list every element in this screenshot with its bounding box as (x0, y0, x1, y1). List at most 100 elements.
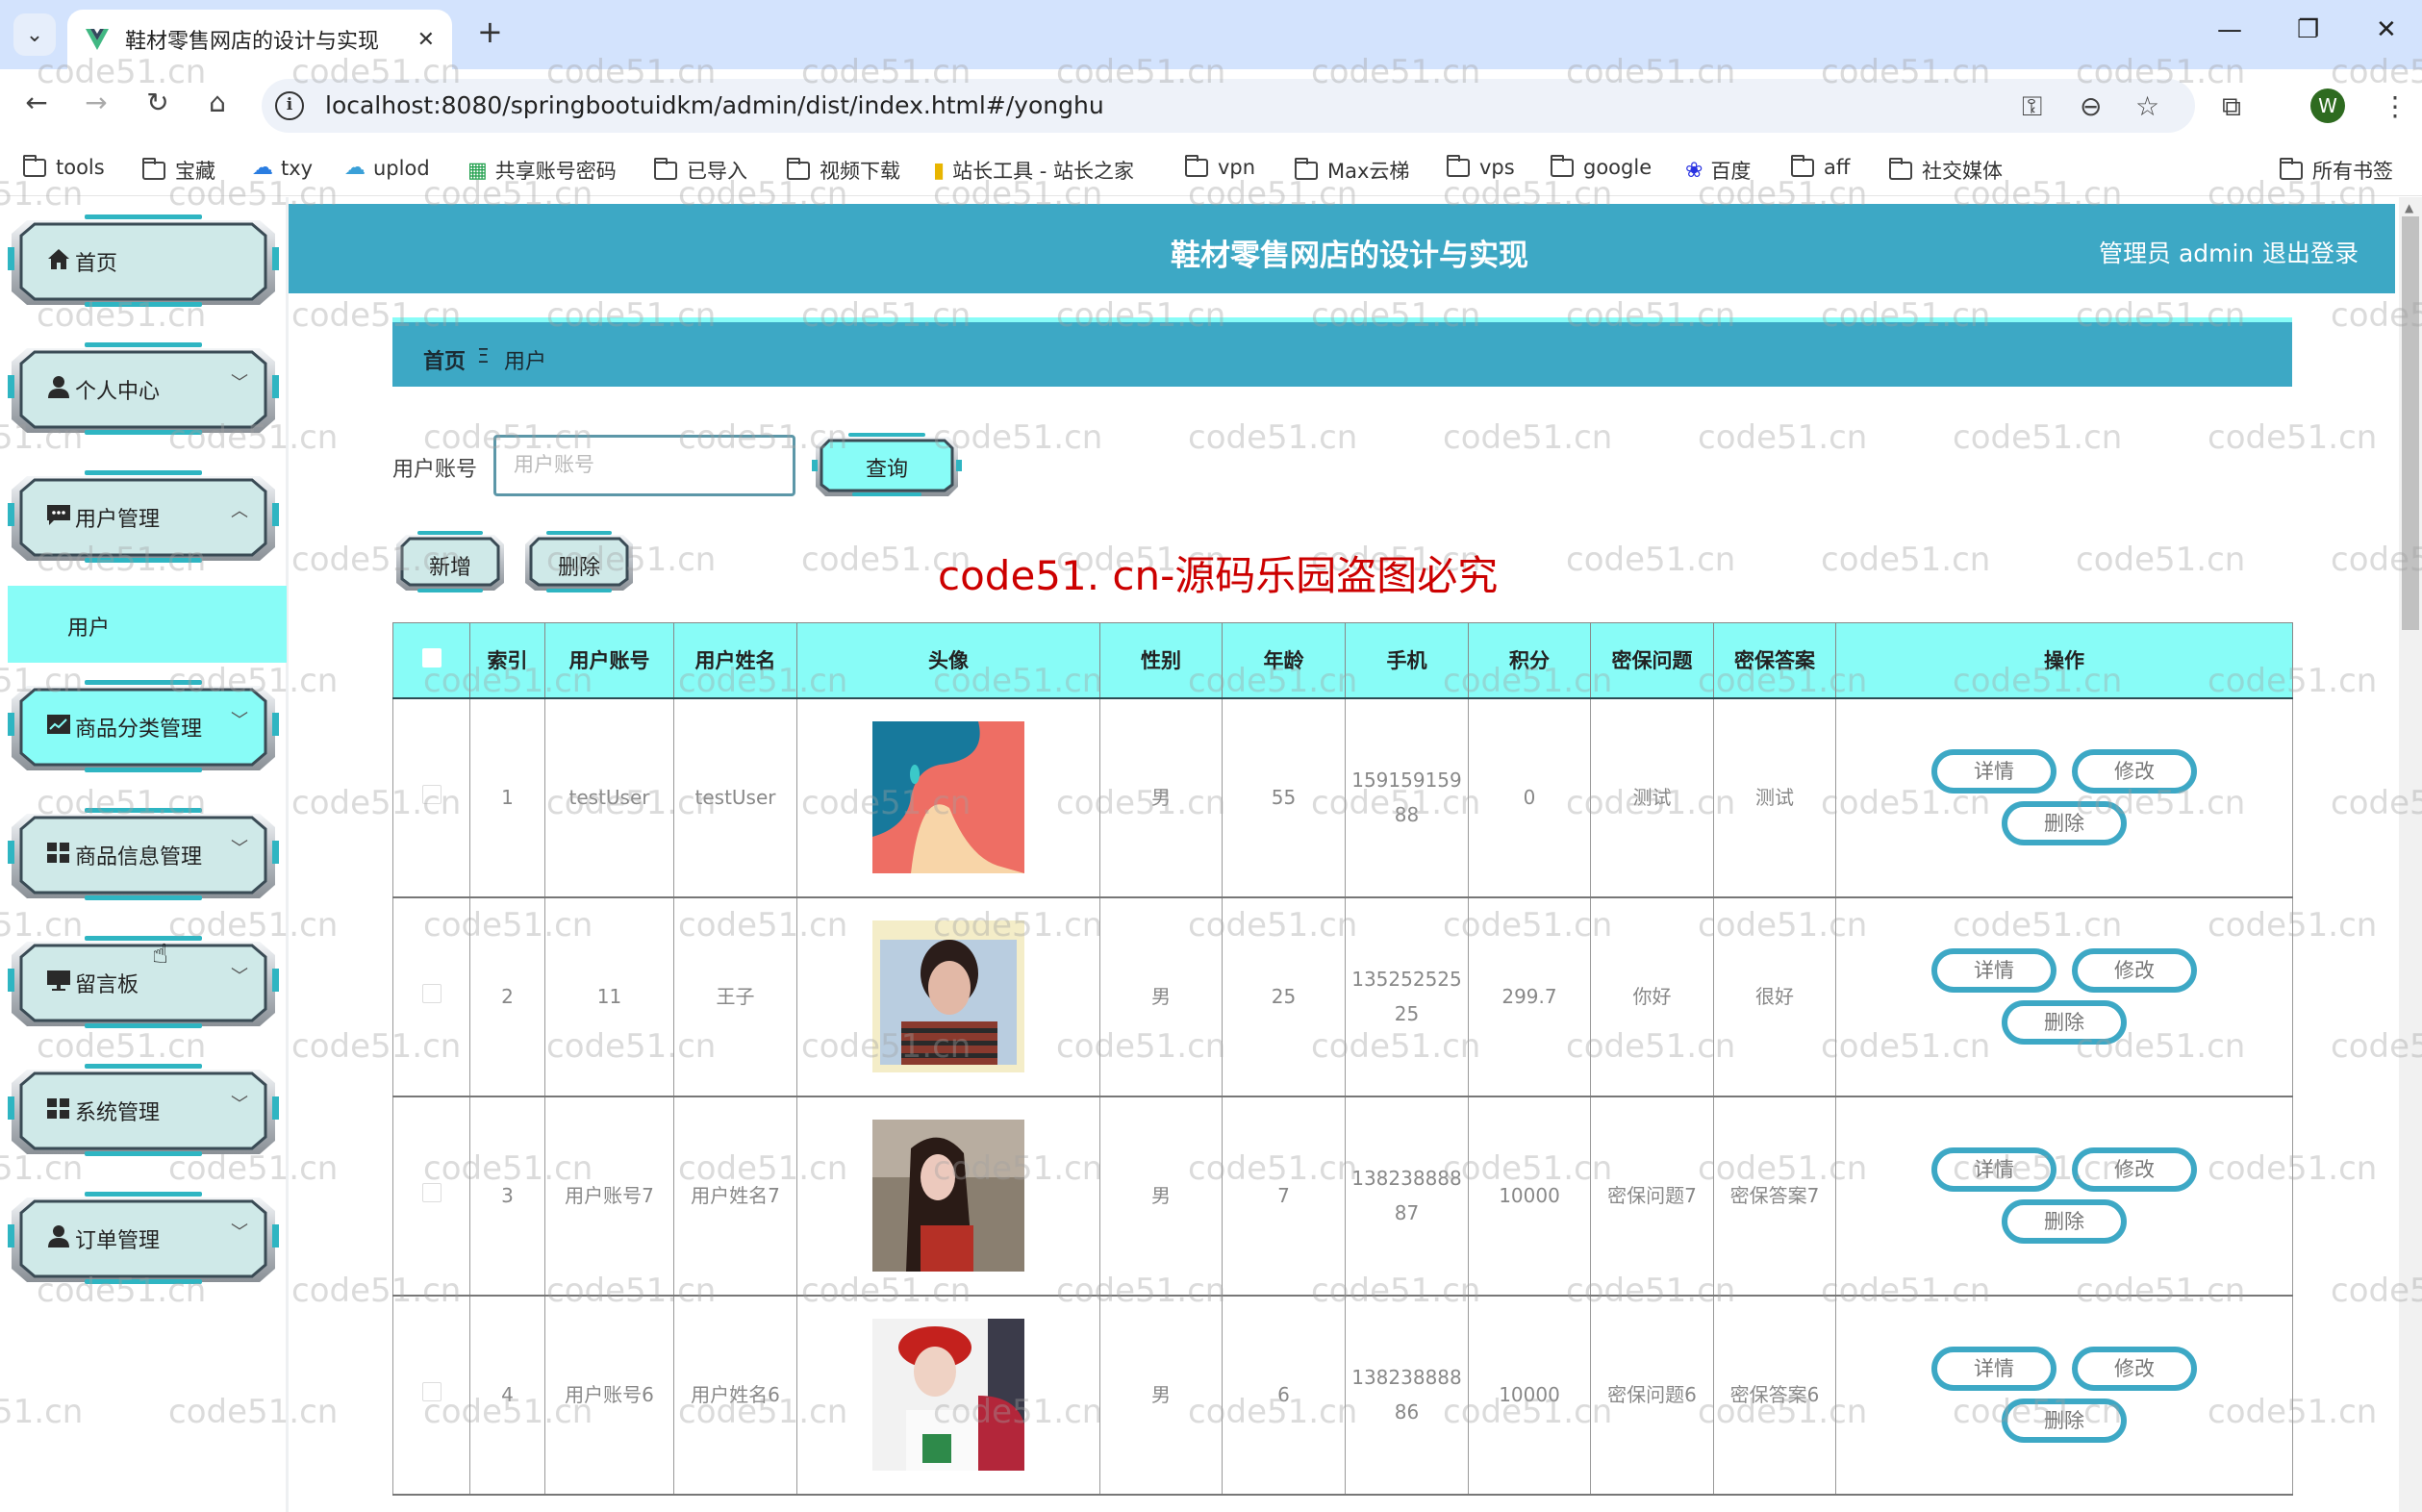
bookmark-baidu[interactable]: ❀ 百度 (1685, 156, 1751, 185)
sidebar-item-1[interactable]: 个人中心 ﹀ (8, 333, 279, 435)
sidebar-item-7[interactable]: 订单管理 ﹀ (8, 1182, 279, 1284)
extensions-icon[interactable]: ⧉ (2222, 90, 2241, 123)
cell-account: testUser (544, 697, 674, 898)
window-close-icon[interactable]: ✕ (2376, 15, 2397, 44)
row-checkbox-cell[interactable] (392, 1096, 470, 1297)
back-icon[interactable]: ← (17, 87, 56, 118)
batch-delete-label: 删除 (557, 556, 600, 580)
bookmark-vpn[interactable]: vpn (1184, 154, 1255, 179)
row-checkbox[interactable] (421, 1382, 442, 1401)
edit-button[interactable]: 修改 (2072, 749, 2197, 794)
edit-button[interactable]: 修改 (2072, 1147, 2197, 1192)
sidebar-item-label: 留言板 (75, 973, 139, 997)
scrollbar-thumb[interactable] (2402, 216, 2419, 630)
forward-icon[interactable]: → (77, 87, 115, 118)
home-icon[interactable]: ⌂ (198, 87, 237, 118)
scroll-up-arrow-icon[interactable]: ▲ (2405, 201, 2413, 214)
avatar-image (872, 1120, 1024, 1272)
app-root: 首页 个人中心 ﹀ 用户管理 ︿ 商品分类管理 ﹀ 商品信息管理 ﹀ 留言板 ﹀ 系统管理 ﹀ 订单管理 ﹀… (0, 197, 2422, 1512)
folder-icon (1446, 154, 1470, 177)
select-all-checkbox-cell[interactable] (392, 622, 470, 699)
sidebar-item-label: 商品信息管理 (75, 845, 203, 869)
batch-delete-button[interactable]: 删除 (521, 529, 637, 594)
profile-avatar[interactable]: W (2310, 88, 2345, 123)
new-tab-button[interactable]: + (477, 13, 503, 50)
bookmark-social[interactable]: 社交媒体 (1888, 156, 2003, 185)
bookmark-video-download[interactable]: 视频下载 (786, 156, 900, 185)
row-checkbox[interactable] (421, 785, 442, 804)
cell-phone: 13525252525 (1345, 896, 1469, 1097)
bookmark-imported[interactable]: 已导入 (653, 156, 747, 185)
table-row: 3 用户账号7 用户姓名7 男 7 13823888887 10000 密保问题7 密保答案7 详… (392, 1096, 2293, 1297)
row-checkbox[interactable] (421, 1183, 442, 1202)
sidebar-item-4[interactable]: 商品信息管理 ﹀ (8, 798, 279, 900)
cell-answer: 测试 (1713, 697, 1836, 898)
bookmark-max[interactable]: Max云梯 (1294, 156, 1409, 185)
bookmark-tools[interactable]: tools (22, 154, 105, 179)
browser-tab-active[interactable]: 鞋材零售网店的设计与实现 ✕ (67, 10, 452, 69)
address-bar[interactable]: i localhost:8080/springbootuidkm/admin/d… (262, 79, 2195, 133)
bookmark-aff[interactable]: aff (1790, 154, 1850, 179)
cell-question: 密保问题7 (1590, 1096, 1714, 1297)
user-table: 索引 用户账号 用户姓名 头像 性别 年龄 手机 积分 密保问题 密保答案 操作… (392, 622, 2293, 1496)
bookmark-vps[interactable]: vps (1446, 154, 1515, 179)
detail-button[interactable]: 详情 (1931, 948, 2056, 993)
edit-button[interactable]: 修改 (2072, 948, 2197, 993)
account-search-input[interactable] (493, 435, 795, 496)
zoom-out-icon[interactable]: ⊖ (2080, 90, 2102, 122)
cell-name: 用户姓名6 (673, 1295, 797, 1496)
add-button[interactable]: 新增 (392, 529, 508, 594)
bookmark-treasure[interactable]: 宝藏 (141, 156, 215, 185)
site-info-icon[interactable]: i (275, 91, 304, 120)
detail-button[interactable]: 详情 (1931, 749, 2056, 794)
sidebar-item-label: 个人中心 (75, 380, 161, 404)
delete-button[interactable]: 删除 (2002, 801, 2127, 845)
bookmark-txy[interactable]: ☁ txy (252, 156, 313, 180)
bookmark-google[interactable]: google (1550, 154, 1652, 179)
bookmark-star-icon[interactable]: ☆ (2135, 90, 2159, 122)
bookmark-label: tools (56, 156, 105, 179)
folder-icon (141, 157, 165, 180)
delete-button[interactable]: 删除 (2002, 1399, 2127, 1443)
row-checkbox-cell[interactable] (392, 697, 470, 898)
close-tab-icon[interactable]: ✕ (417, 28, 435, 52)
row-checkbox-cell[interactable] (392, 896, 470, 1097)
restore-icon[interactable]: ❐ (2297, 15, 2319, 44)
bookmark-shared-accounts[interactable]: ▦ 共享账号密码 (467, 156, 617, 185)
more-menu-icon[interactable]: ⋮ (2382, 90, 2409, 122)
query-button[interactable]: 查询 (810, 431, 964, 500)
url-text[interactable]: localhost:8080/springbootuidkm/admin/dis… (325, 91, 1104, 119)
row-checkbox[interactable] (421, 984, 442, 1003)
cell-gender: 男 (1099, 896, 1223, 1097)
bookmark-label: 社交媒体 (1922, 160, 2003, 183)
tab-list-button[interactable]: ⌄ (13, 13, 56, 56)
sidebar-item-6[interactable]: 系统管理 ﹀ (8, 1054, 279, 1156)
delete-button[interactable]: 删除 (2002, 1199, 2127, 1244)
reload-icon[interactable]: ↻ (139, 87, 177, 118)
sidebar-item-0[interactable]: 首页 (8, 205, 279, 307)
password-key-icon[interactable]: ⚿ (2022, 90, 2042, 123)
cell-answer: 密保答案7 (1713, 1096, 1836, 1297)
sidebar-item-2[interactable]: 用户管理 ︿ (8, 461, 279, 563)
delete-button[interactable]: 删除 (2002, 1000, 2127, 1045)
table-header-row: 索引 用户账号 用户姓名 头像 性别 年龄 手机 积分 密保问题 密保答案 操作 (392, 622, 2293, 699)
column-header: 用户姓名 (673, 622, 797, 699)
page-scrollbar[interactable]: ▲ (2399, 197, 2422, 1512)
sidebar-item-5[interactable]: 留言板 ﹀ (8, 926, 279, 1028)
row-checkbox-cell[interactable] (392, 1295, 470, 1496)
detail-button[interactable]: 详情 (1931, 1347, 2056, 1391)
detail-button[interactable]: 详情 (1931, 1147, 2056, 1192)
cell-phone: 13823888887 (1345, 1096, 1469, 1297)
minimize-icon[interactable]: — (2217, 15, 2242, 44)
select-all-checkbox[interactable] (421, 647, 442, 668)
bookmark-label: 站长工具 - 站长之家 (952, 160, 1135, 183)
edit-button[interactable]: 修改 (2072, 1347, 2197, 1391)
sidebar-item-3[interactable]: 商品分类管理 ﹀ (8, 670, 279, 772)
breadcrumb-home[interactable]: 首页 (423, 344, 466, 375)
bookmark-site-tools[interactable]: ▮ 站长工具 - 站长之家 (933, 156, 1134, 185)
logout-link[interactable]: 退出登录 (2262, 235, 2359, 269)
bookmark-all[interactable]: 所有书签 (2279, 156, 2393, 185)
bookmark-uplod[interactable]: ☁ uplod (344, 156, 430, 180)
cell-answer: 很好 (1713, 896, 1836, 1097)
sidebar-subitem-user[interactable]: 用户 (8, 586, 287, 663)
